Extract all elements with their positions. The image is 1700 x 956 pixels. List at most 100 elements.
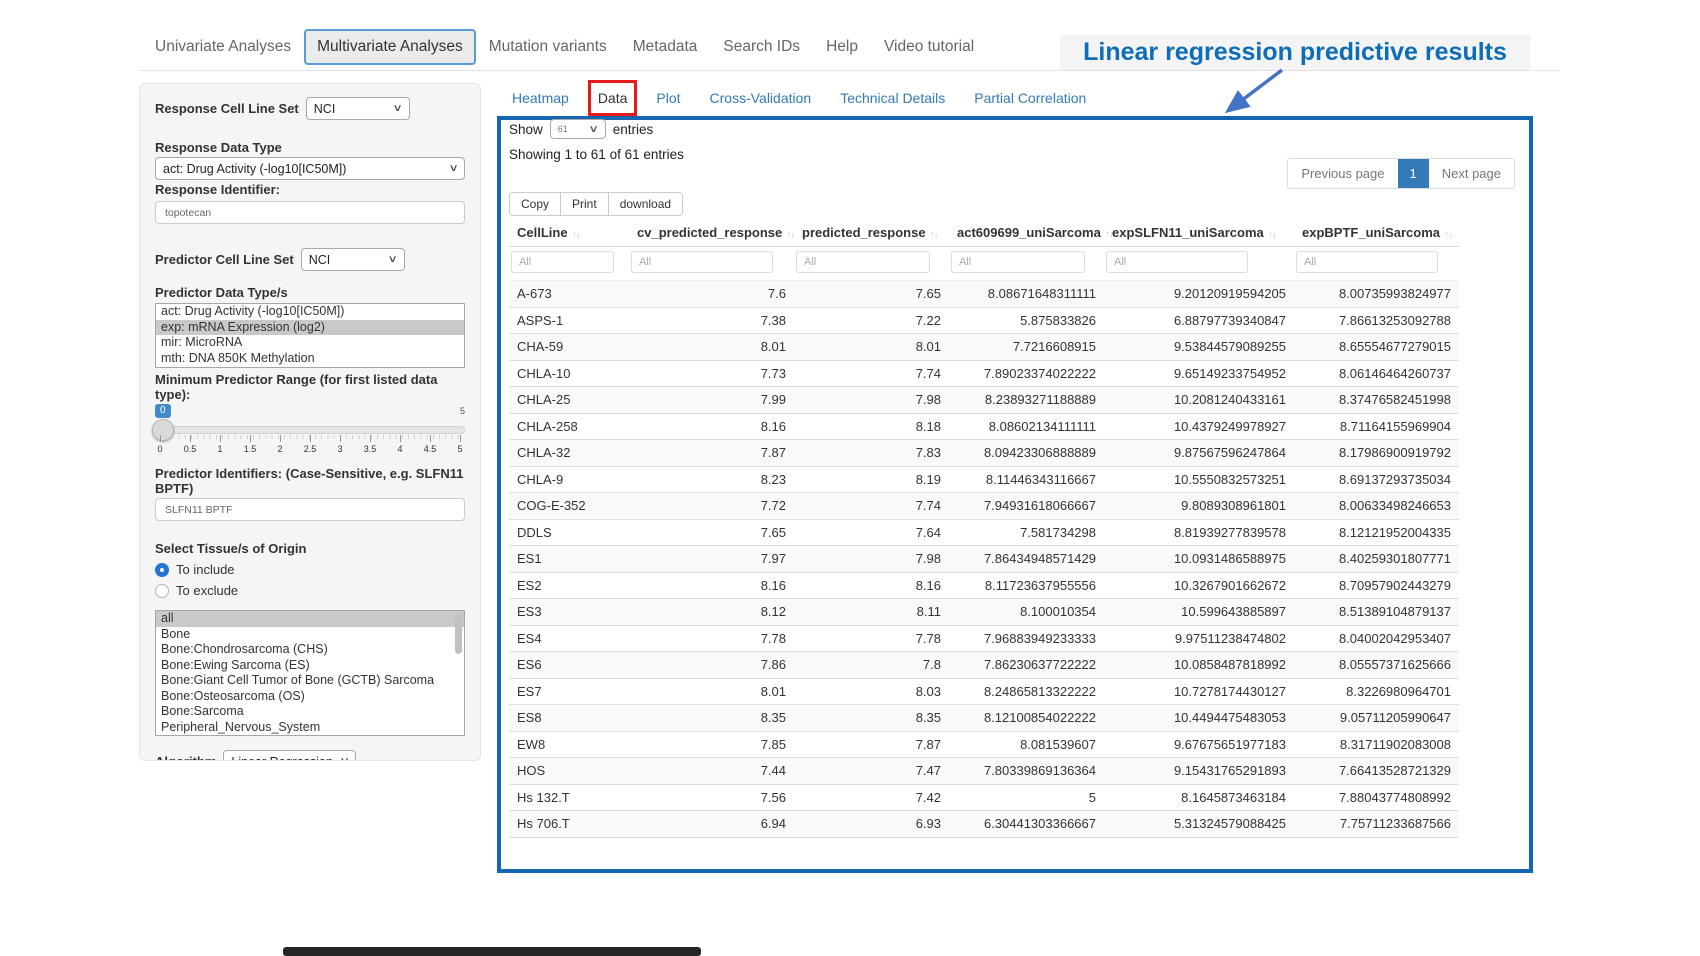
column-header-predicted-response[interactable]: predicted_response↑↓ bbox=[794, 218, 949, 247]
previous-page-button[interactable]: Previous page bbox=[1288, 159, 1397, 188]
nav-item-help[interactable]: Help bbox=[813, 29, 871, 65]
response-data-type-select[interactable]: act: Drug Activity (-log10[IC50M]) ∨ bbox=[155, 157, 465, 180]
min-predictor-range-slider[interactable]: 0 5 00.511.522.533.544.55 bbox=[155, 406, 465, 458]
tab-data[interactable]: Data bbox=[598, 88, 628, 108]
nav-item-metadata[interactable]: Metadata bbox=[620, 29, 711, 65]
tissue-option-bone[interactable]: Bone bbox=[156, 627, 464, 643]
slider-track[interactable] bbox=[155, 426, 465, 434]
tab-partial-correlation[interactable]: Partial Correlation bbox=[974, 88, 1086, 108]
predictor-cell-line-set-select[interactable]: NCI ∨ bbox=[301, 248, 405, 271]
cell: 8.35 bbox=[629, 705, 794, 732]
cell: 10.2081240433161 bbox=[1104, 387, 1294, 414]
show-entries-select[interactable]: 61 ∨ bbox=[550, 119, 606, 139]
predictor-data-type-list[interactable]: act: Drug Activity (-log10[IC50M])exp: m… bbox=[155, 303, 465, 368]
cell: 8.35 bbox=[794, 705, 949, 732]
cell: 9.8089308961801 bbox=[1104, 493, 1294, 520]
nav-item-search-ids[interactable]: Search IDs bbox=[710, 29, 813, 65]
cell: 7.85 bbox=[629, 731, 794, 758]
filter-cell-expslfn11-unisarcoma bbox=[1104, 247, 1294, 281]
filter-input-expslfn11-unisarcoma[interactable] bbox=[1106, 251, 1248, 273]
cell: 9.15431765291893 bbox=[1104, 758, 1294, 785]
tissue-option-bone-sarcoma[interactable]: Bone:Sarcoma bbox=[156, 704, 464, 720]
column-header-cellline[interactable]: CellLine↑↓ bbox=[509, 218, 629, 247]
next-page-button[interactable]: Next page bbox=[1429, 159, 1514, 188]
sort-icon: ↑↓ bbox=[572, 229, 580, 240]
filter-input-expbptf-unisarcoma[interactable] bbox=[1296, 251, 1438, 273]
tab-technical-details[interactable]: Technical Details bbox=[840, 88, 945, 108]
column-header-expbptf-unisarcoma[interactable]: expBPTF_uniSarcoma↑↓ bbox=[1294, 218, 1459, 247]
cell: CHLA-9 bbox=[509, 466, 629, 493]
cell: 8.00633498246653 bbox=[1294, 493, 1459, 520]
table-row: CHLA-107.737.747.890233740222229.6514923… bbox=[509, 360, 1459, 387]
tab-plot[interactable]: Plot bbox=[656, 88, 680, 108]
cell: 8.12 bbox=[629, 599, 794, 626]
algorithm-select[interactable]: Linear Regression ∨ bbox=[223, 750, 356, 761]
cell: 9.97511238474802 bbox=[1104, 625, 1294, 652]
table-row: ES67.867.87.8623063772222210.08584878189… bbox=[509, 652, 1459, 679]
tissue-option-bone-chondrosarcoma-chs[interactable]: Bone:Chondrosarcoma (CHS) bbox=[156, 642, 464, 658]
print-button[interactable]: Print bbox=[560, 192, 609, 216]
column-header-expslfn11-unisarcoma[interactable]: expSLFN11_uniSarcoma↑↓ bbox=[1104, 218, 1294, 247]
tissue-option-all[interactable]: all bbox=[156, 611, 464, 627]
nav-item-univariate-analyses[interactable]: Univariate Analyses bbox=[142, 29, 304, 65]
list-option-exp-mrna-expression-log2[interactable]: exp: mRNA Expression (log2) bbox=[156, 320, 464, 336]
cell: CHLA-32 bbox=[509, 440, 629, 467]
cell: 8.18 bbox=[794, 413, 949, 440]
filter-input-predicted-response[interactable] bbox=[796, 251, 930, 273]
cell: 8.08671648311111 bbox=[949, 281, 1104, 308]
column-header-label: expSLFN11_uniSarcoma bbox=[1112, 225, 1264, 240]
filter-cell-cellline bbox=[509, 247, 629, 281]
download-button[interactable]: download bbox=[608, 192, 683, 216]
tissue-option-bone-ewing-sarcoma-es[interactable]: Bone:Ewing Sarcoma (ES) bbox=[156, 658, 464, 674]
predictor-identifiers-input[interactable]: SLFN11 BPTF bbox=[155, 498, 465, 521]
radio-selected-icon bbox=[155, 563, 169, 577]
filter-input-cellline[interactable] bbox=[511, 251, 614, 273]
cell: 10.4494475483053 bbox=[1104, 705, 1294, 732]
cell: 9.87567596247864 bbox=[1104, 440, 1294, 467]
tissue-include-radio[interactable]: To include bbox=[155, 562, 465, 577]
export-button-group: CopyPrintdownload bbox=[509, 192, 683, 216]
cell: 10.7278174430127 bbox=[1104, 678, 1294, 705]
response-data-type-label: Response Data Type bbox=[155, 140, 465, 155]
cell: 8.19 bbox=[794, 466, 949, 493]
slider-tick-label: 0.5 bbox=[184, 444, 197, 454]
cell: 8.24865813322222 bbox=[949, 678, 1104, 705]
column-header-label: expBPTF_uniSarcoma bbox=[1302, 225, 1440, 240]
tissue-exclude-radio[interactable]: To exclude bbox=[155, 583, 465, 598]
tissue-list[interactable]: allBoneBone:Chondrosarcoma (CHS)Bone:Ewi… bbox=[155, 610, 465, 736]
cell: 8.05557371625666 bbox=[1294, 652, 1459, 679]
annotation-arrow-icon bbox=[1212, 66, 1292, 120]
nav-item-mutation-variants[interactable]: Mutation variants bbox=[476, 29, 620, 65]
scrollbar-thumb[interactable] bbox=[455, 614, 462, 654]
nav-item-video-tutorial[interactable]: Video tutorial bbox=[871, 29, 987, 65]
current-page-button[interactable]: 1 bbox=[1398, 159, 1429, 188]
cell: CHA-59 bbox=[509, 334, 629, 361]
cell: 8.3226980964701 bbox=[1294, 678, 1459, 705]
column-header-cv-predicted-response[interactable]: cv_predicted_response↑↓ bbox=[629, 218, 794, 247]
cell: 8.100010354 bbox=[949, 599, 1104, 626]
list-option-mir-microrna[interactable]: mir: MicroRNA bbox=[156, 335, 464, 351]
response-cell-line-set-select[interactable]: NCI ∨ bbox=[306, 97, 410, 120]
chevron-down-icon: ∨ bbox=[339, 756, 349, 761]
cell: 8.16 bbox=[629, 572, 794, 599]
top-nav: Univariate AnalysesMultivariate Analyses… bbox=[142, 29, 987, 65]
filter-input-act609699-unisarcoma[interactable] bbox=[951, 251, 1085, 273]
tab-heatmap[interactable]: Heatmap bbox=[512, 88, 569, 108]
copy-button[interactable]: Copy bbox=[509, 192, 561, 216]
tissue-exclude-label: To exclude bbox=[176, 583, 238, 598]
nav-item-multivariate-analyses[interactable]: Multivariate Analyses bbox=[304, 29, 476, 65]
column-header-label: cv_predicted_response bbox=[637, 225, 782, 240]
column-header-act609699-unisarcoma[interactable]: act609699_uniSarcoma↑↓ bbox=[949, 218, 1104, 247]
cell: 7.42 bbox=[794, 784, 949, 811]
response-identifier-input[interactable]: topotecan bbox=[155, 201, 465, 224]
algorithm-row: Algorithm Linear Regression ∨ bbox=[155, 750, 465, 761]
table-row: CHLA-327.877.838.094233068888899.8756759… bbox=[509, 440, 1459, 467]
filter-input-cv-predicted-response[interactable] bbox=[631, 251, 773, 273]
cell: 5.31324579088425 bbox=[1104, 811, 1294, 838]
list-option-mth-dna-850k-methylation[interactable]: mth: DNA 850K Methylation bbox=[156, 351, 464, 367]
tissue-option-bone-osteosarcoma-os[interactable]: Bone:Osteosarcoma (OS) bbox=[156, 689, 464, 705]
tissue-option-bone-giant-cell-tumor-of-bone-gctb-sarcoma[interactable]: Bone:Giant Cell Tumor of Bone (GCTB) Sar… bbox=[156, 673, 464, 689]
tissue-option-peripheral-nervous-system[interactable]: Peripheral_Nervous_System bbox=[156, 720, 464, 736]
list-option-act-drug-activity-log10-ic50m[interactable]: act: Drug Activity (-log10[IC50M]) bbox=[156, 304, 464, 320]
tab-cross-validation[interactable]: Cross-Validation bbox=[710, 88, 812, 108]
